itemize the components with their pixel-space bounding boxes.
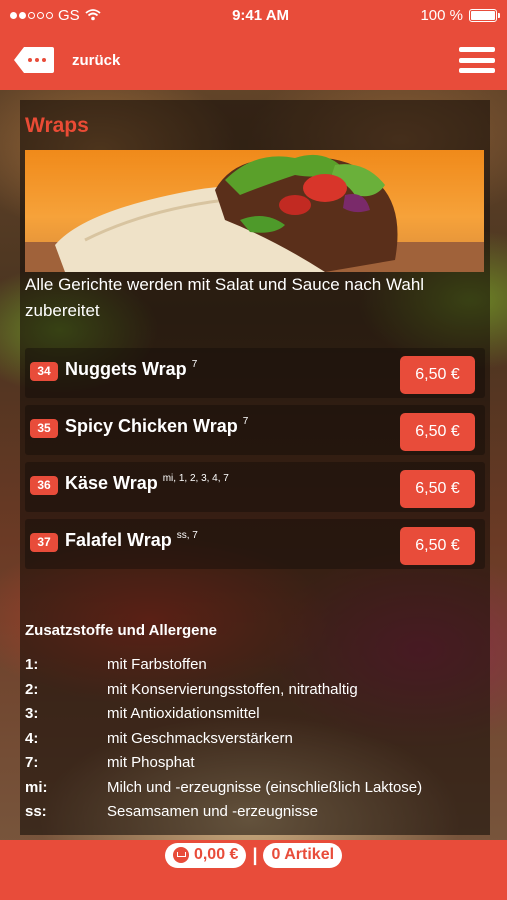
allergen-text: mit Phosphat (107, 754, 195, 771)
allergen-row: 4: mit Geschmacksverstärkern (25, 727, 485, 752)
allergen-code: 3: (25, 705, 39, 722)
allergen-text: Milch und -erzeugnisse (einschließlich L… (107, 778, 423, 796)
menu-items-list: 34 Nuggets Wrap 7 6,50 € 35 Spicy Chicken… (25, 348, 485, 576)
hamburger-menu-icon[interactable] (459, 45, 495, 75)
item-count-button[interactable]: 0 Artikel (263, 842, 343, 868)
battery-percent: 100 % (420, 6, 463, 24)
allergen-code: mi: (25, 778, 48, 796)
price-button[interactable]: 6,50 € (400, 527, 475, 565)
item-allergens: 7 (242, 416, 249, 427)
back-arrow-icon (14, 47, 54, 73)
status-time: 9:41 AM (232, 6, 290, 24)
status-bar: GS 9:41 AM 100 % (0, 0, 507, 30)
signal-dot (19, 11, 26, 19)
price-button[interactable]: 6,50 € (400, 413, 475, 451)
signal-dot (10, 11, 17, 19)
section-description: Alle Gerichte werden mit Salat und Sauce… (25, 275, 425, 320)
signal-dot (37, 11, 44, 19)
menu-line (459, 68, 495, 73)
menu-item[interactable]: 35 Spicy Chicken Wrap 7 6,50 € (25, 405, 485, 455)
item-allergens: mi, 1, 2, 3, 4, 7 (162, 473, 229, 484)
allergen-row: ss: Sesamsamen und -erzeugnisse (25, 800, 485, 825)
back-button[interactable]: zurück (12, 45, 120, 75)
item-number-badge: 34 (30, 362, 58, 381)
allergen-text: Sesamsamen und -erzeugnisse (107, 803, 318, 820)
allergen-code: 7: (25, 754, 39, 771)
price-button[interactable]: 6,50 € (400, 470, 475, 508)
wrap-illustration (25, 154, 484, 272)
allergen-row: 2: mit Konservierungsstoffen, nitrathalt… (25, 678, 485, 703)
allergens-section: Zusatzstoffe und Allergene 1: mit Farbst… (25, 622, 485, 825)
item-allergens: ss, 7 (176, 530, 198, 541)
item-name: Falafel Wrap (65, 530, 172, 550)
item-name: Nuggets Wrap (65, 359, 187, 379)
menu-item[interactable]: 37 Falafel Wrap ss, 7 6,50 € (25, 519, 485, 569)
allergen-text: mit Antioxidationsmittel (107, 705, 260, 722)
allergen-row: mi: Milch und -erzeugnisse (einschließli… (25, 776, 485, 801)
allergen-code: 2: (25, 680, 39, 698)
item-name: Spicy Chicken Wrap (65, 416, 238, 436)
cart-total-button[interactable]: 0,00 € (164, 842, 247, 868)
item-allergens: 7 (191, 359, 198, 370)
menu-line (459, 47, 495, 52)
allergen-row: 1: mit Farbstoffen (25, 653, 485, 678)
menu-item[interactable]: 36 Käse Wrap mi, 1, 2, 3, 4, 7 6,50 € (25, 462, 485, 512)
footer-separator: | (252, 844, 258, 865)
allergen-code: ss: (25, 803, 47, 820)
menu-item[interactable]: 34 Nuggets Wrap 7 6,50 € (25, 348, 485, 398)
allergens-title: Zusatzstoffe und Allergene (25, 622, 217, 639)
item-number-badge: 37 (30, 533, 58, 552)
status-right: 100 % (420, 6, 500, 24)
signal-dot (46, 11, 53, 19)
item-count: 0 Artikel (271, 846, 335, 863)
allergen-row: 7: mit Phosphat (25, 751, 485, 776)
item-name-wrapper: Falafel Wrap ss, 7 (65, 530, 198, 551)
cart-icon (172, 847, 189, 863)
cart-footer: 0,00 € | 0 Artikel (0, 840, 507, 900)
allergen-text: mit Geschmacksverstärkern (107, 729, 293, 747)
item-number-badge: 36 (30, 476, 58, 495)
back-label: zurück (72, 51, 121, 69)
price-button[interactable]: 6,50 € (400, 356, 475, 394)
item-number-badge: 35 (30, 419, 58, 438)
status-left: GS (10, 7, 101, 24)
menu-line (459, 57, 495, 63)
cart-total: 0,00 € (193, 846, 239, 863)
battery-fill (470, 10, 495, 20)
nav-bar: zurück (0, 30, 507, 90)
allergen-text: mit Konservierungsstoffen, nitrathaltig (107, 680, 358, 698)
wifi-icon (85, 9, 101, 21)
item-name: Käse Wrap (65, 473, 158, 493)
signal-dot (28, 11, 35, 19)
allergen-text: mit Farbstoffen (107, 656, 207, 673)
section-title: Wraps (25, 114, 89, 137)
item-name-wrapper: Spicy Chicken Wrap 7 (65, 416, 248, 437)
signal-dots-icon (10, 11, 53, 19)
carrier-label: GS (58, 6, 80, 24)
allergen-code: 1: (25, 656, 39, 673)
battery-icon (468, 8, 500, 22)
wrap-hero-image (25, 150, 484, 272)
allergen-row: 3: mit Antioxidationsmittel (25, 702, 485, 727)
item-name-wrapper: Nuggets Wrap 7 (65, 359, 197, 380)
allergen-code: 4: (25, 729, 39, 747)
content-panel: Wraps Alle Gerichte werden mit Salat und… (20, 100, 490, 835)
item-name-wrapper: Käse Wrap mi, 1, 2, 3, 4, 7 (65, 473, 229, 494)
